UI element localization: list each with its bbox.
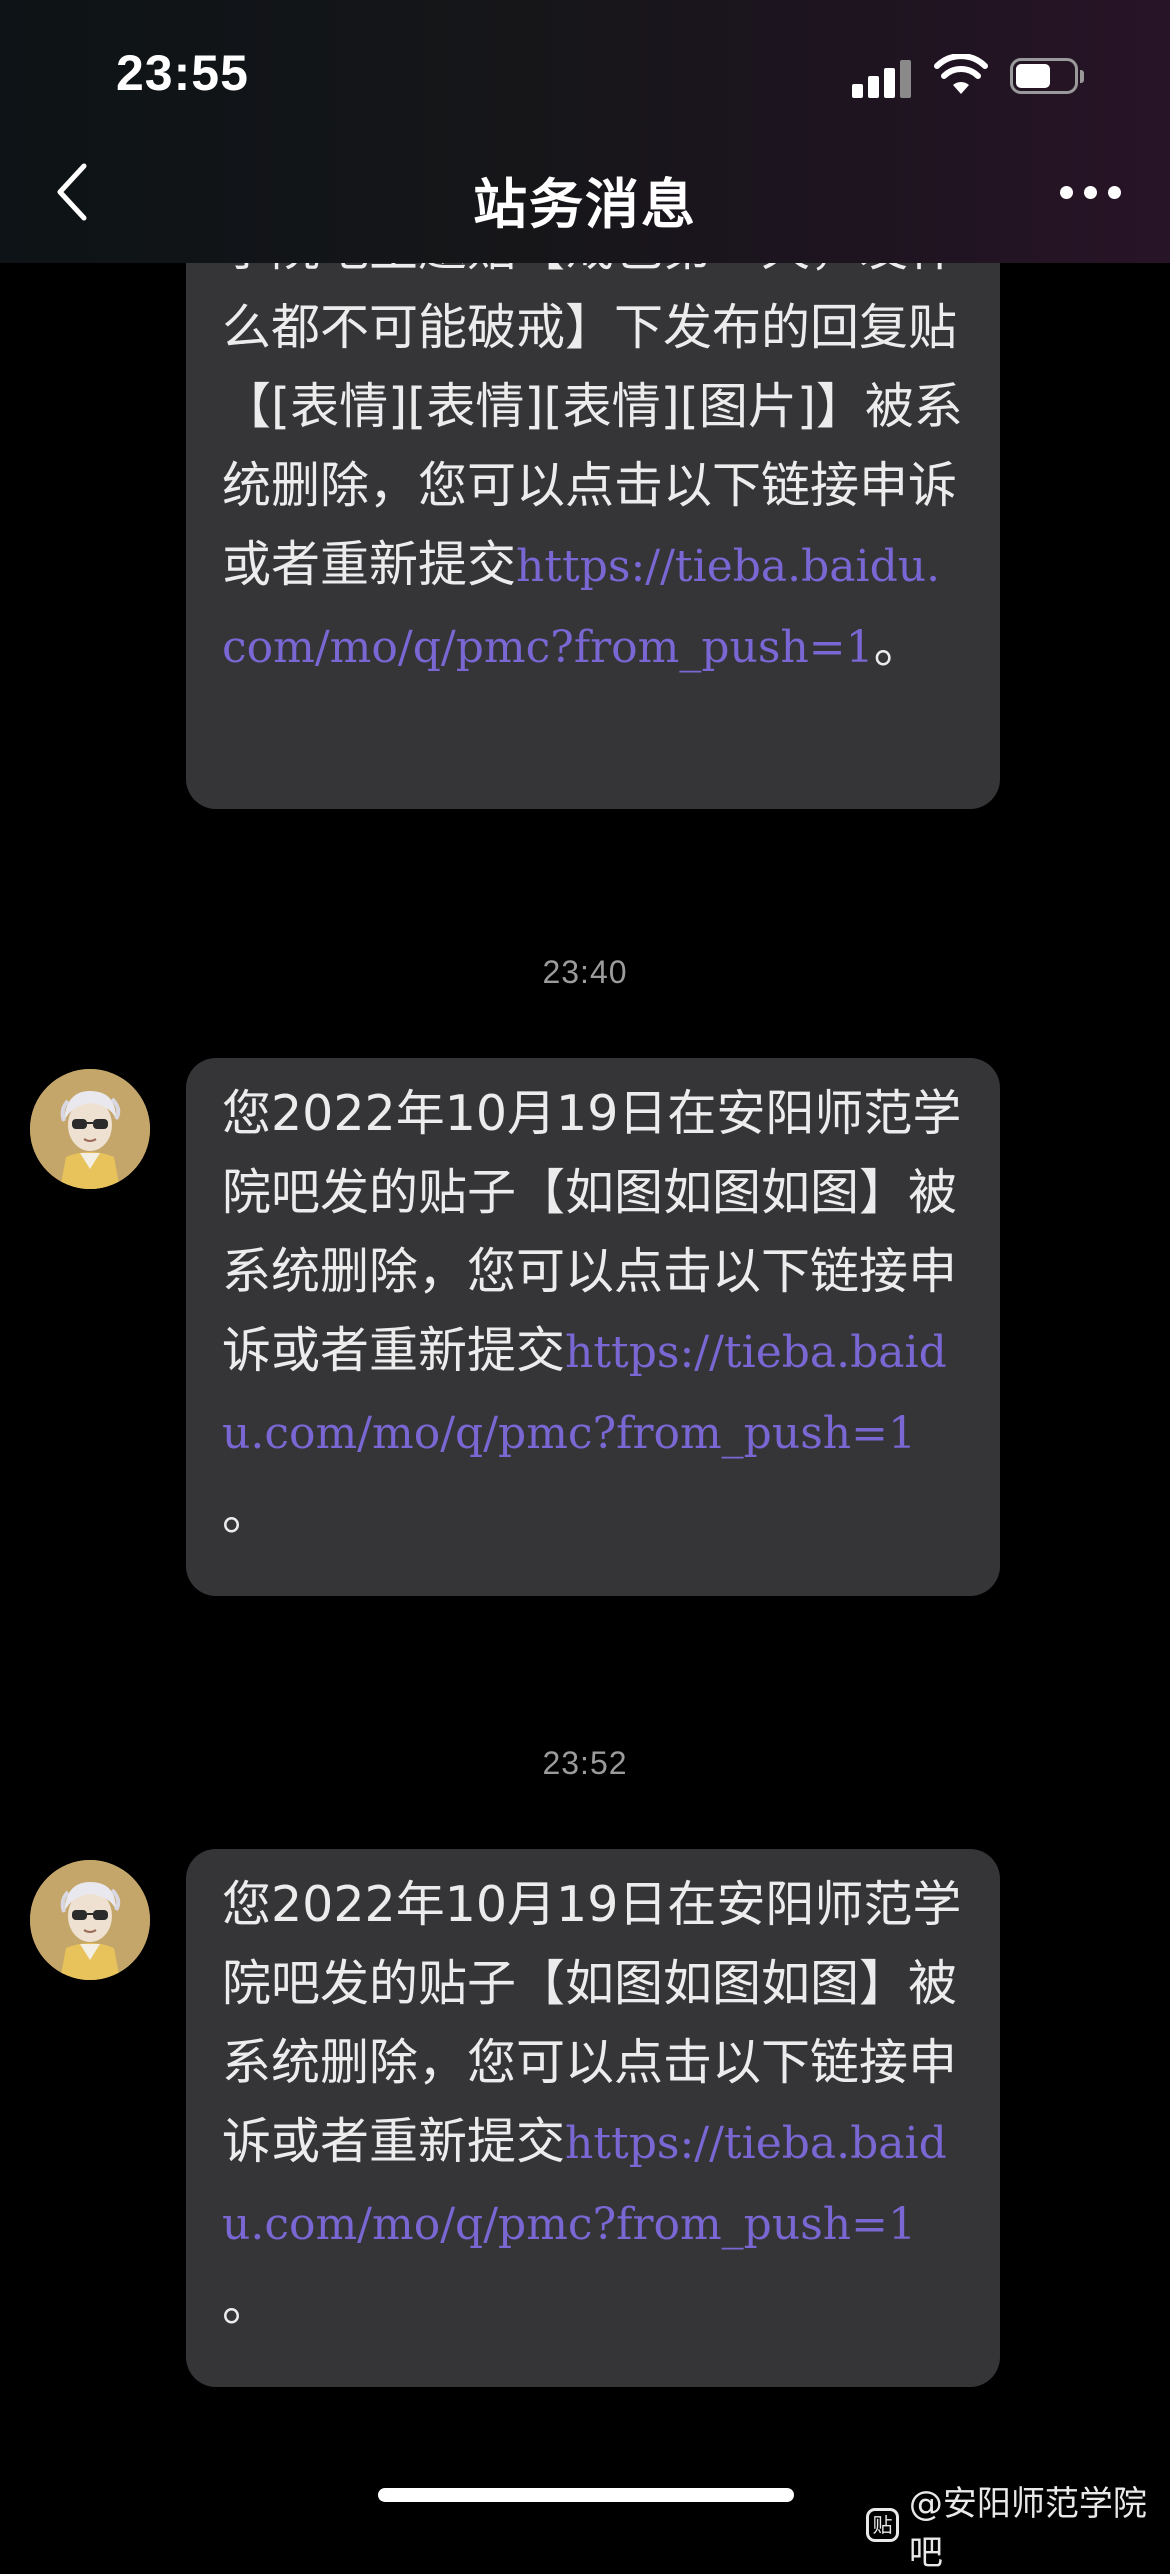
avatar-image — [30, 1860, 150, 1980]
message-end: 。 — [222, 2275, 272, 2332]
message-bubble: 您2022年10月19日在安阳师范学院吧发的贴子【如图如图如图】被系统删除，您可… — [186, 1849, 1000, 2387]
message-end: 。 — [222, 1484, 272, 1541]
message-end: 。 — [873, 617, 923, 674]
battery-icon — [1010, 58, 1084, 96]
message-bubble: 学院吧主题贴【戒色第一天，发什么都不可能破戒】下发布的回复贴【[表情][表情][… — [186, 263, 1000, 809]
avatar-image — [30, 1069, 150, 1189]
watermark-text: @安阳师范学院吧 — [908, 2484, 1147, 2573]
status-time: 23:55 — [116, 45, 249, 101]
message-timestamp: 23:40 — [542, 954, 628, 990]
avatar[interactable] — [30, 1069, 150, 1189]
home-indicator[interactable] — [378, 2488, 794, 2502]
wifi-icon — [934, 54, 988, 94]
more-dots-icon[interactable] — [1056, 182, 1126, 202]
message-bubble: 您2022年10月19日在安阳师范学院吧发的贴子【如图如图如图】被系统删除，您可… — [186, 1058, 1000, 1596]
page-title: 站务消息 — [473, 173, 697, 236]
message-list[interactable]: 学院吧主题贴【戒色第一天，发什么都不可能破戒】下发布的回复贴【[表情][表情][… — [0, 263, 1170, 2532]
cellular-signal-icon — [852, 58, 912, 98]
tieba-logo: 贴 — [866, 2508, 899, 2542]
watermark: 贴 @安阳师范学院吧 — [866, 2476, 1170, 2574]
message-timestamp: 23:52 — [542, 1745, 628, 1781]
avatar[interactable] — [30, 1860, 150, 1980]
